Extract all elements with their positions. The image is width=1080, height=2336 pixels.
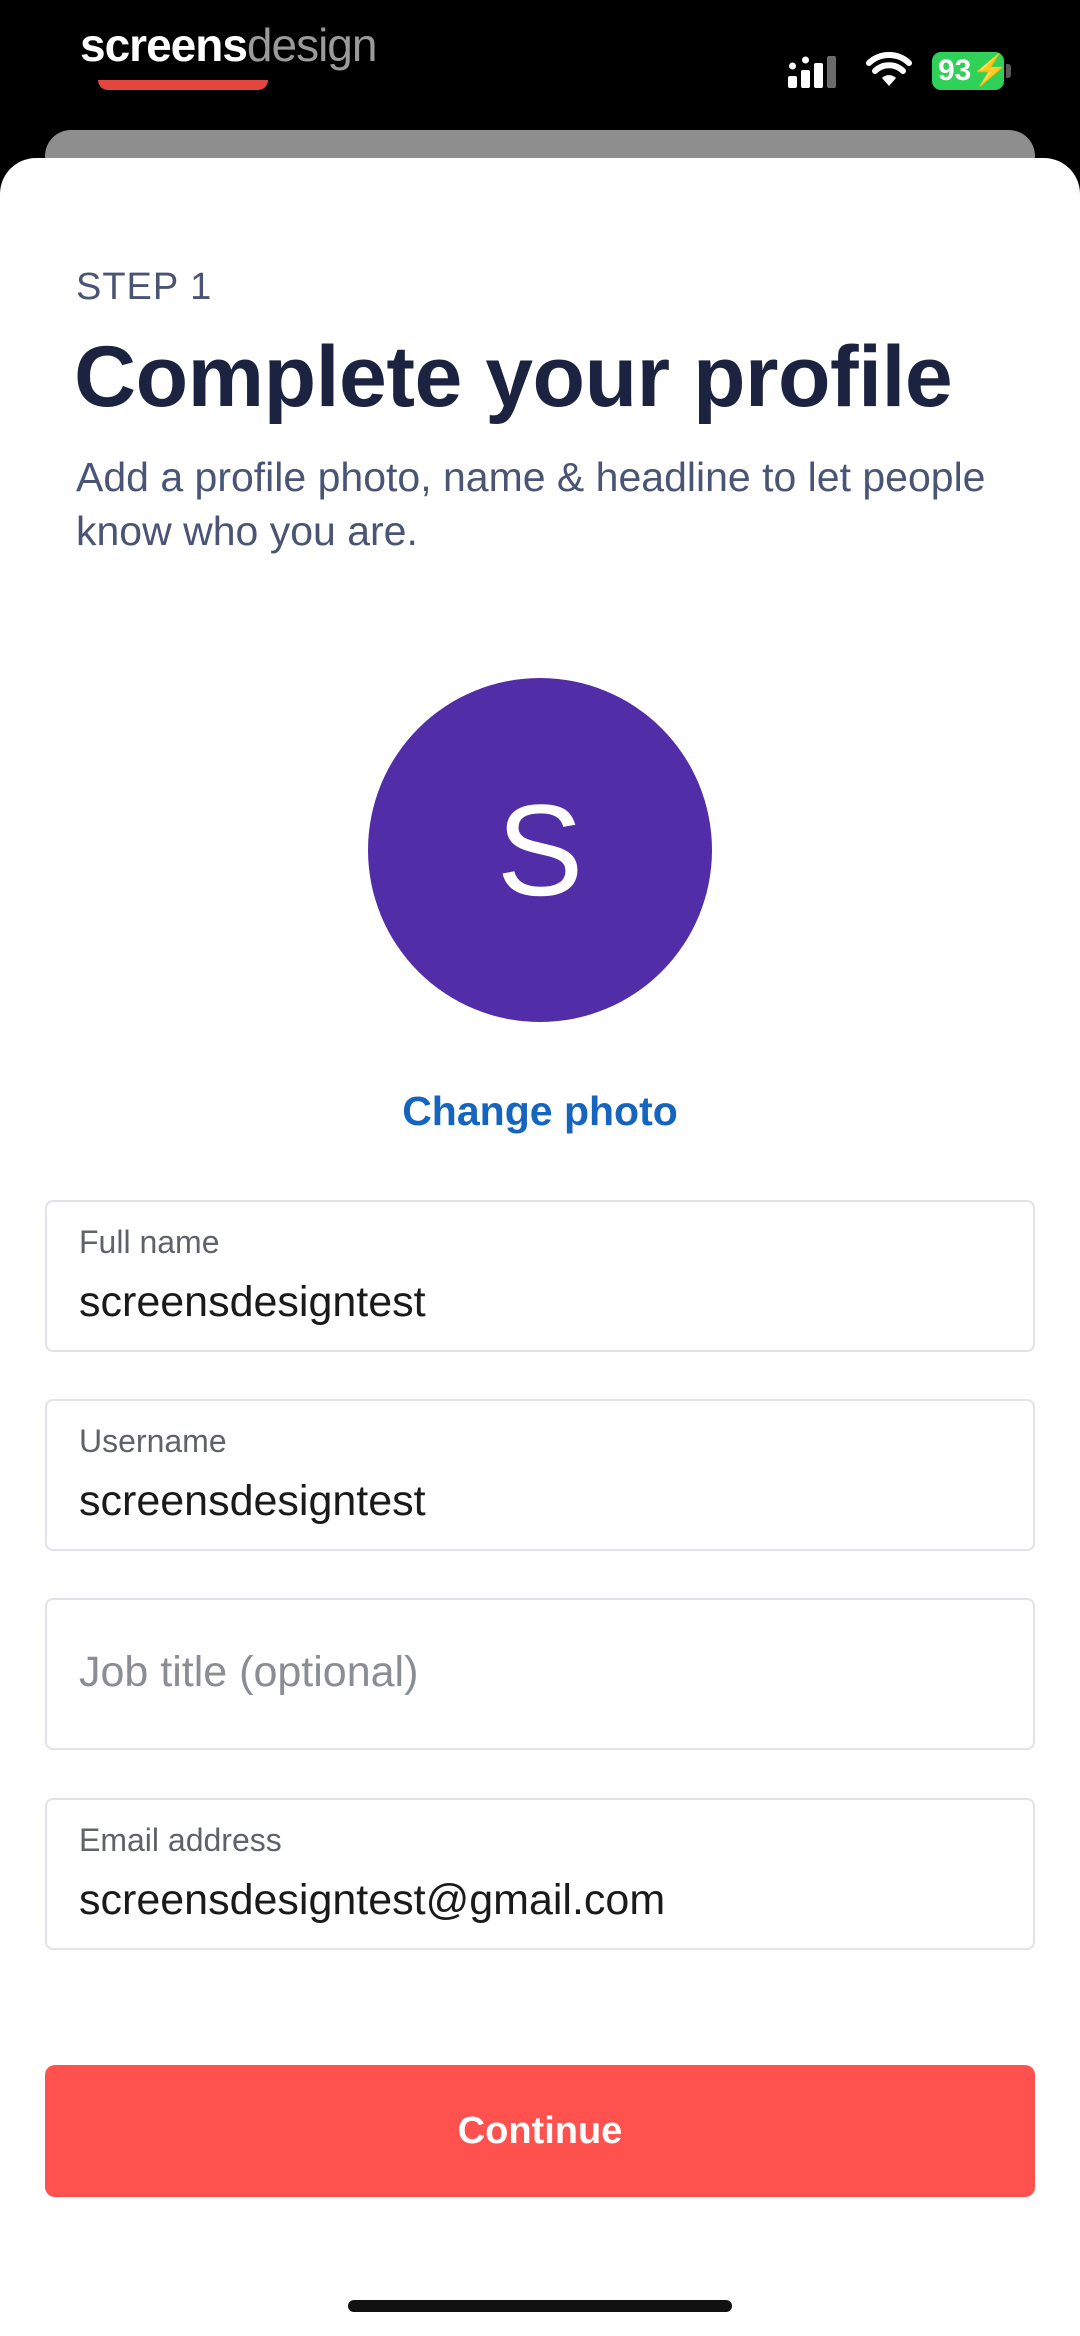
continue-button[interactable]: Continue xyxy=(45,2065,1035,2197)
profile-sheet: STEP 1 Complete your profile Add a profi… xyxy=(0,158,1080,2336)
change-photo-link[interactable]: Change photo xyxy=(0,1088,1080,1135)
brand-underline xyxy=(98,80,268,90)
avatar-initial: S xyxy=(496,777,584,923)
username-label: Username xyxy=(79,1423,227,1459)
username-field[interactable]: Username xyxy=(45,1399,1035,1551)
battery-level: 93 xyxy=(938,54,972,87)
cellular-signal-icon xyxy=(788,56,836,88)
step-label: STEP 1 xyxy=(76,266,213,308)
email-input[interactable] xyxy=(79,1876,999,1925)
brand-logo: screensdesign xyxy=(80,18,378,72)
brand-primary: screens xyxy=(80,19,248,71)
full-name-input[interactable] xyxy=(79,1278,999,1327)
home-indicator xyxy=(348,2300,732,2312)
battery-charging-icon: 93⚡ xyxy=(932,52,1009,90)
charging-bolt-icon: ⚡ xyxy=(971,54,1009,87)
username-input[interactable] xyxy=(79,1477,999,1526)
job-title-field[interactable]: Job title (optional) xyxy=(45,1598,1035,1750)
brand-secondary: design xyxy=(246,19,378,71)
page-title: Complete your profile xyxy=(74,329,953,425)
full-name-label: Full name xyxy=(79,1224,220,1260)
email-label: Email address xyxy=(79,1822,282,1858)
full-name-field[interactable]: Full name xyxy=(45,1200,1035,1352)
battery-cap xyxy=(1006,64,1011,78)
job-title-placeholder: Job title (optional) xyxy=(79,1648,419,1696)
email-field[interactable]: Email address xyxy=(45,1798,1035,1950)
page-subtitle: Add a profile photo, name & headline to … xyxy=(76,454,986,554)
wifi-icon xyxy=(866,52,912,86)
status-bar: screensdesign 93⚡ xyxy=(0,0,1080,140)
avatar[interactable]: S xyxy=(368,678,712,1022)
